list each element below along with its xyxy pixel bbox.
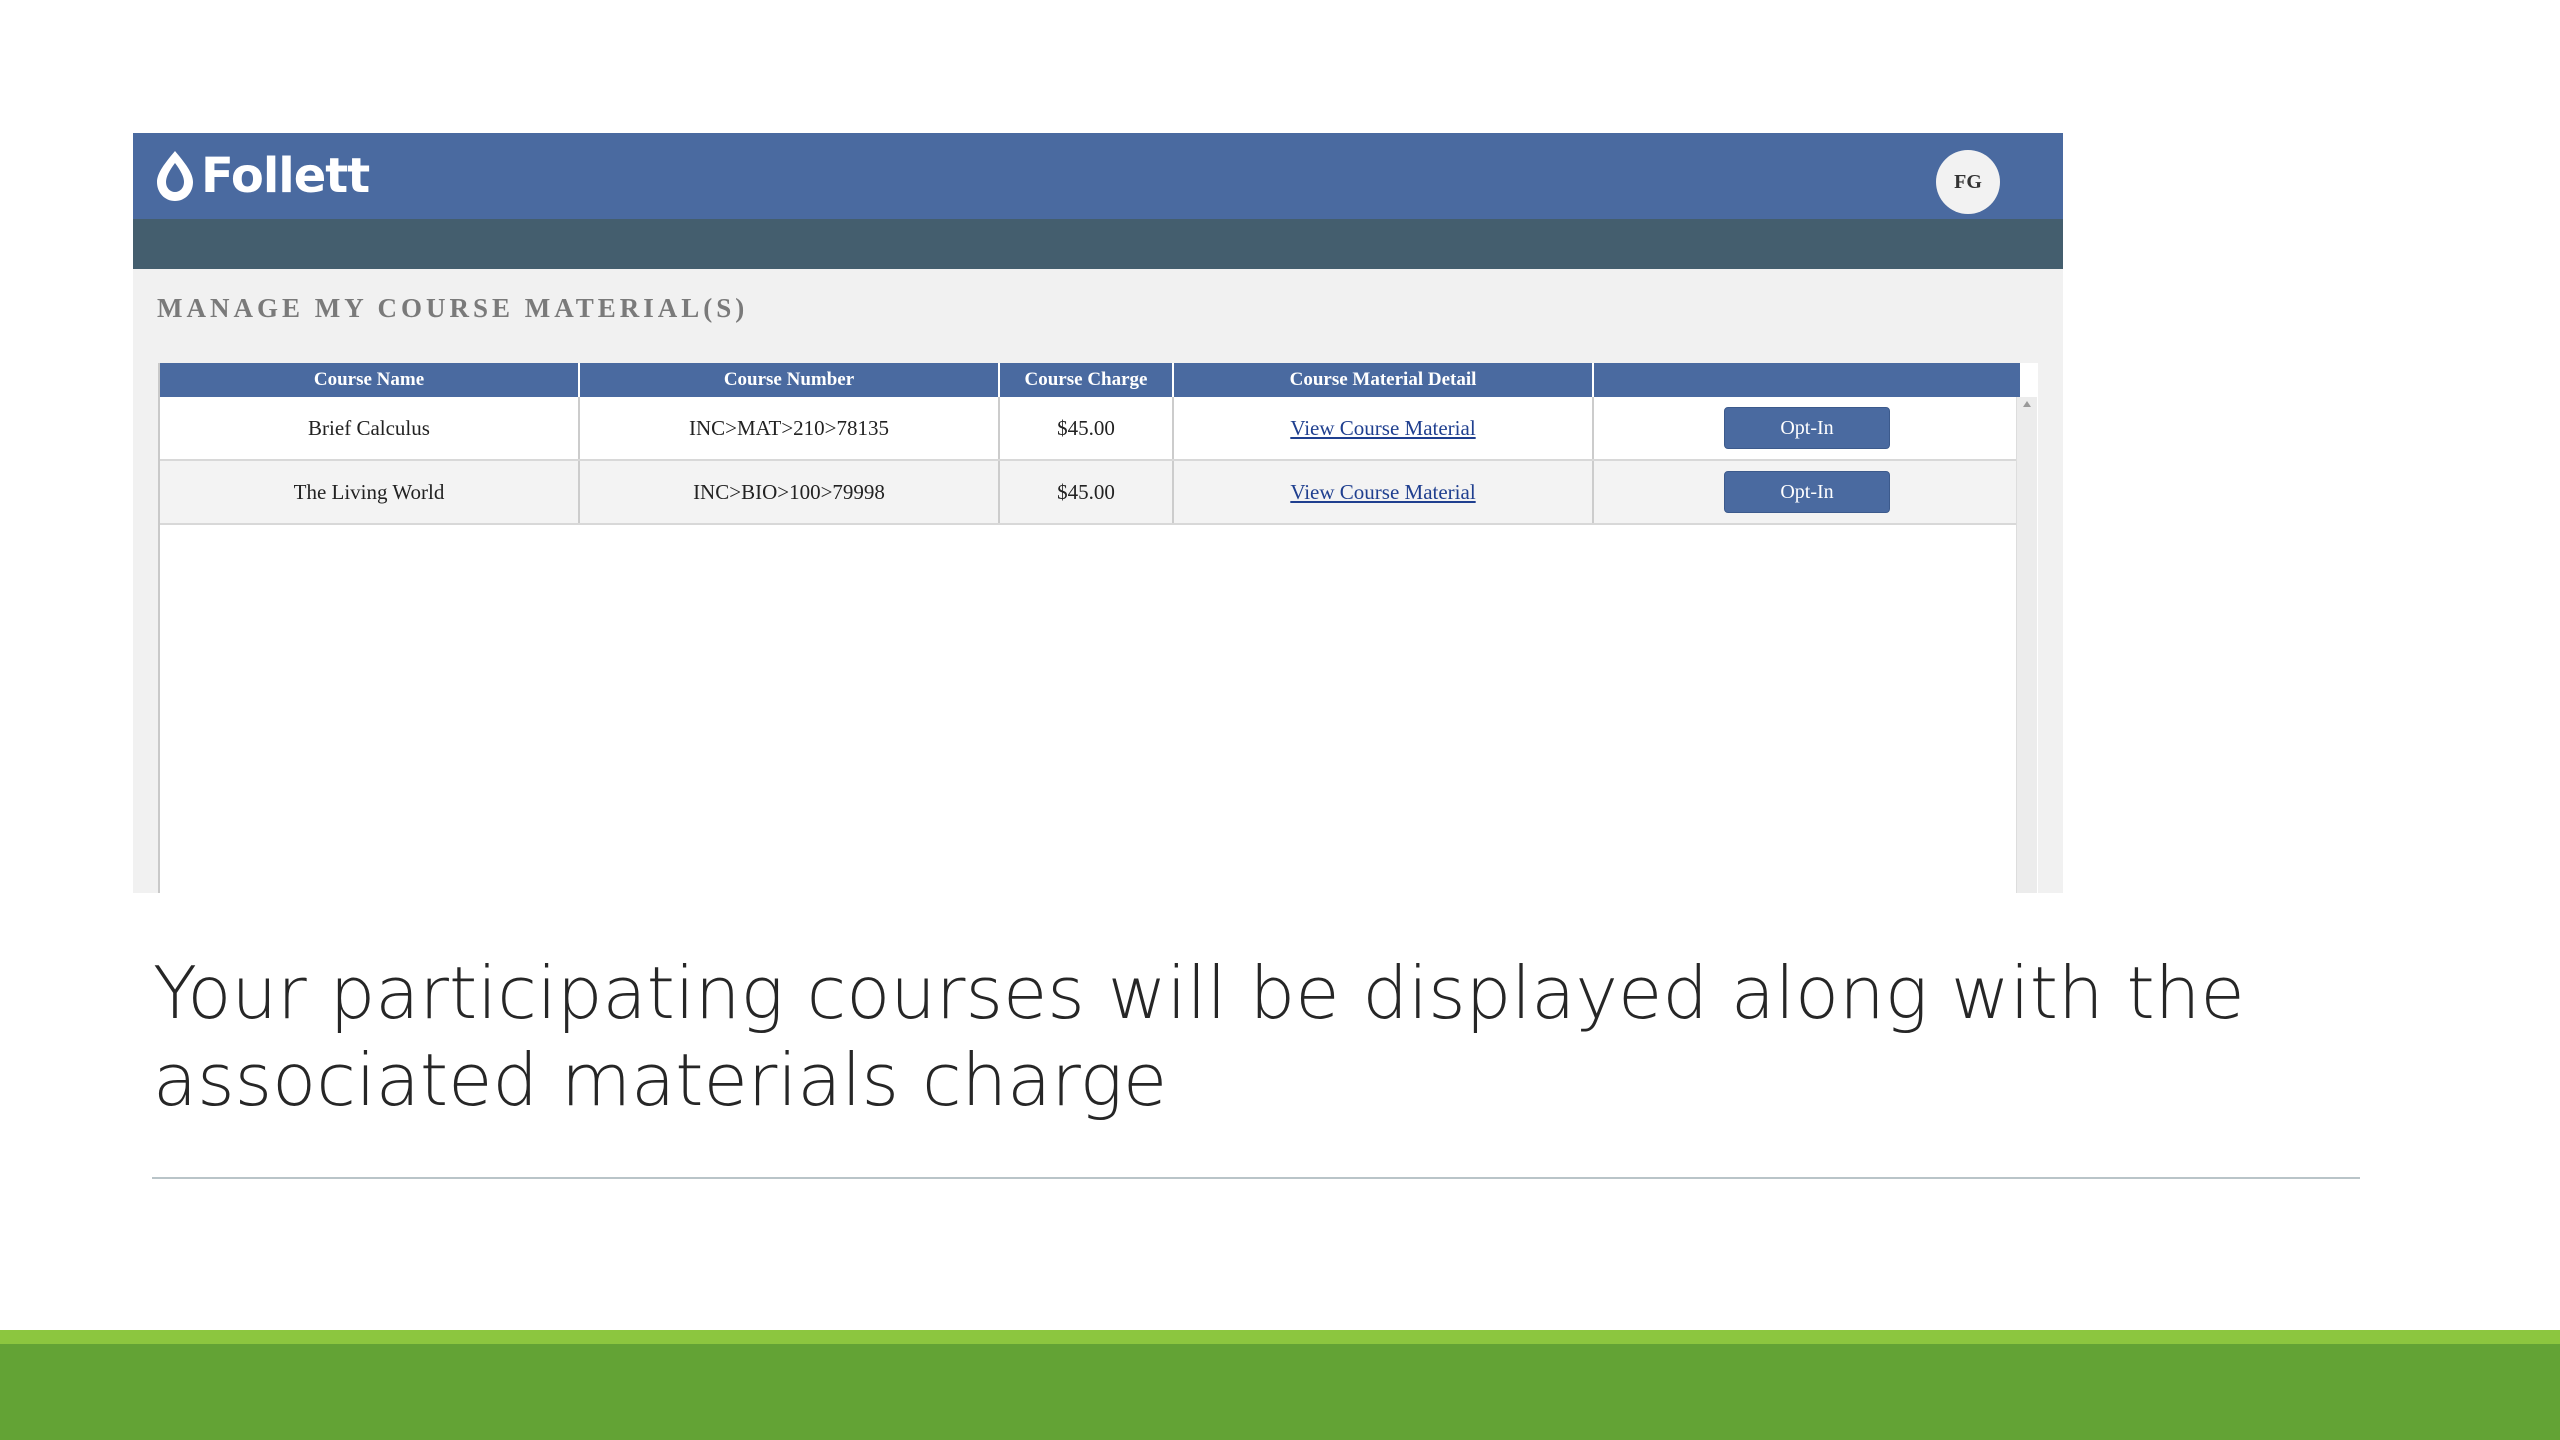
- course-charge-cell: $45.00: [999, 460, 1174, 525]
- table-scrollbar[interactable]: [2016, 397, 2037, 893]
- header-course-charge: Course Charge: [999, 363, 1174, 397]
- header-action: [1593, 363, 2020, 397]
- course-number-cell: INC>MAT>210>78135: [579, 397, 1000, 461]
- view-course-material-link[interactable]: View Course Material: [1290, 416, 1475, 440]
- action-cell: Opt-In: [1593, 460, 2020, 525]
- header-course-number: Course Number: [579, 363, 1000, 397]
- table-header-row: Course Name Course Number Course Charge …: [160, 363, 2020, 397]
- caption-divider: [152, 1177, 2360, 1179]
- page-title: MANAGE MY COURSE MATERIAL(S): [157, 293, 749, 323]
- course-number-cell: INC>BIO>100>79998: [579, 460, 1000, 525]
- footer-green-band: [0, 1344, 2560, 1440]
- course-charge-cell: $45.00: [999, 397, 1174, 461]
- slide-footer-band: [0, 1330, 2560, 1440]
- course-material-detail-cell: View Course Material: [1173, 460, 1594, 525]
- course-material-detail-cell: View Course Material: [1173, 397, 1594, 461]
- view-course-material-link[interactable]: View Course Material: [1290, 480, 1475, 504]
- follett-app-screenshot: Follett FG MANAGE MY COURSE MATERIAL(S) …: [133, 133, 2063, 893]
- table-row: Brief Calculus INC>MAT>210>78135 $45.00 …: [160, 397, 2020, 461]
- course-name-cell: The Living World: [160, 460, 580, 525]
- logo-wordmark: Follett: [201, 148, 370, 204]
- course-name-cell: Brief Calculus: [160, 397, 580, 461]
- header-course-name: Course Name: [160, 363, 580, 397]
- opt-in-button[interactable]: Opt-In: [1724, 471, 1890, 513]
- footer-accent-stripe: [0, 1330, 2560, 1344]
- slide-caption: Your participating courses will be displ…: [153, 951, 2245, 1122]
- follett-logo[interactable]: Follett: [155, 148, 370, 204]
- course-table: Course Name Course Number Course Charge …: [160, 363, 2020, 525]
- action-cell: Opt-In: [1593, 397, 2020, 461]
- user-avatar[interactable]: FG: [1936, 150, 2000, 214]
- follett-logo-icon: [157, 151, 193, 201]
- header-course-material-detail: Course Material Detail: [1173, 363, 1594, 397]
- app-header: Follett FG: [133, 133, 2063, 219]
- presentation-slide: Follett FG MANAGE MY COURSE MATERIAL(S) …: [0, 0, 2560, 1440]
- opt-in-button[interactable]: Opt-In: [1724, 407, 1890, 449]
- app-nav-bar: [133, 219, 2063, 269]
- table-row: The Living World INC>BIO>100>79998 $45.0…: [160, 460, 2020, 525]
- scroll-up-arrow-icon[interactable]: [2023, 401, 2031, 407]
- course-table-container: Course Name Course Number Course Charge …: [158, 363, 2038, 893]
